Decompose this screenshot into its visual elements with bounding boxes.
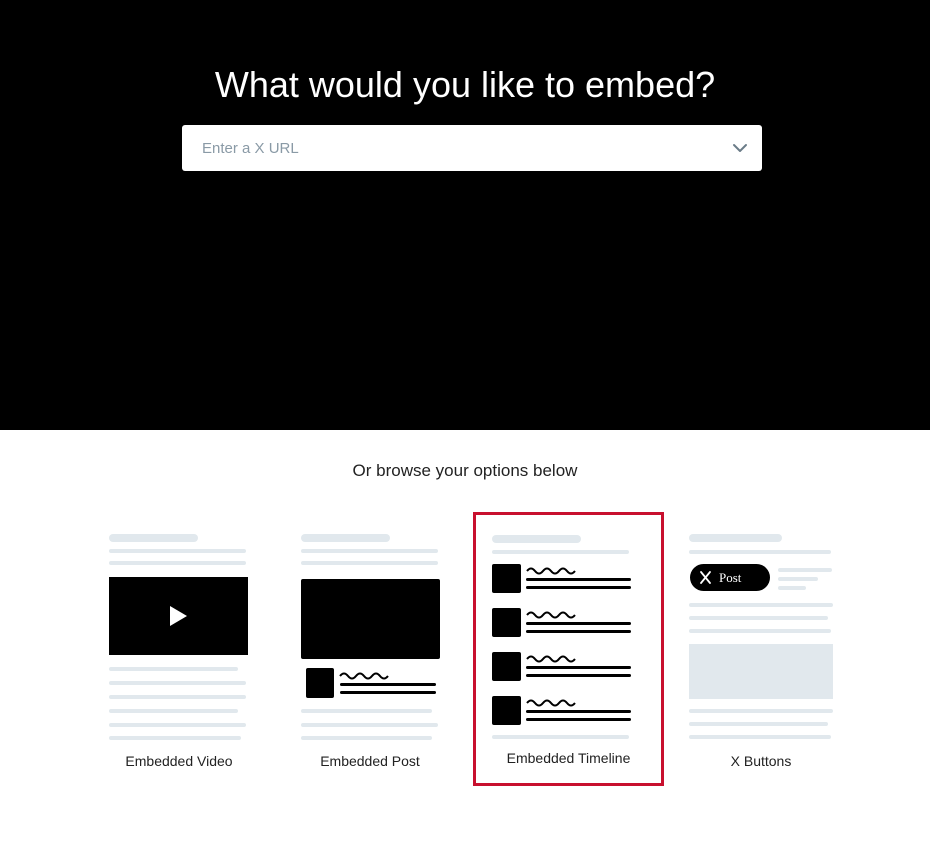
x-buttons-illustration: Post: [689, 534, 833, 739]
option-embedded-post[interactable]: Embedded Post: [288, 512, 452, 786]
page-title: What would you like to embed?: [214, 64, 716, 105]
embedded-video-illustration: [109, 534, 248, 740]
option-x-buttons[interactable]: Post X Buttons: [676, 512, 846, 786]
timeline-entry: [492, 652, 631, 681]
option-embedded-timeline[interactable]: Embedded Timeline: [473, 512, 664, 786]
option-label: Embedded Video: [125, 753, 233, 769]
timeline-entry: [492, 696, 631, 725]
embedded-timeline-illustration: [492, 535, 631, 739]
url-input[interactable]: [182, 125, 722, 171]
post-button-label: Post: [719, 570, 742, 585]
timeline-entry: [492, 608, 631, 637]
option-label: Embedded Timeline: [506, 750, 631, 766]
hero-section: What would you like to embed?: [0, 0, 930, 430]
url-field[interactable]: [182, 125, 762, 171]
option-label: Embedded Post: [320, 753, 420, 769]
browse-options-text: Or browse your options below: [352, 461, 578, 480]
chevron-down-icon[interactable]: [731, 139, 749, 157]
option-embedded-video[interactable]: Embedded Video: [96, 512, 262, 786]
embedded-post-illustration: [301, 534, 440, 740]
timeline-entry: [492, 564, 631, 593]
option-label: X Buttons: [730, 753, 792, 769]
